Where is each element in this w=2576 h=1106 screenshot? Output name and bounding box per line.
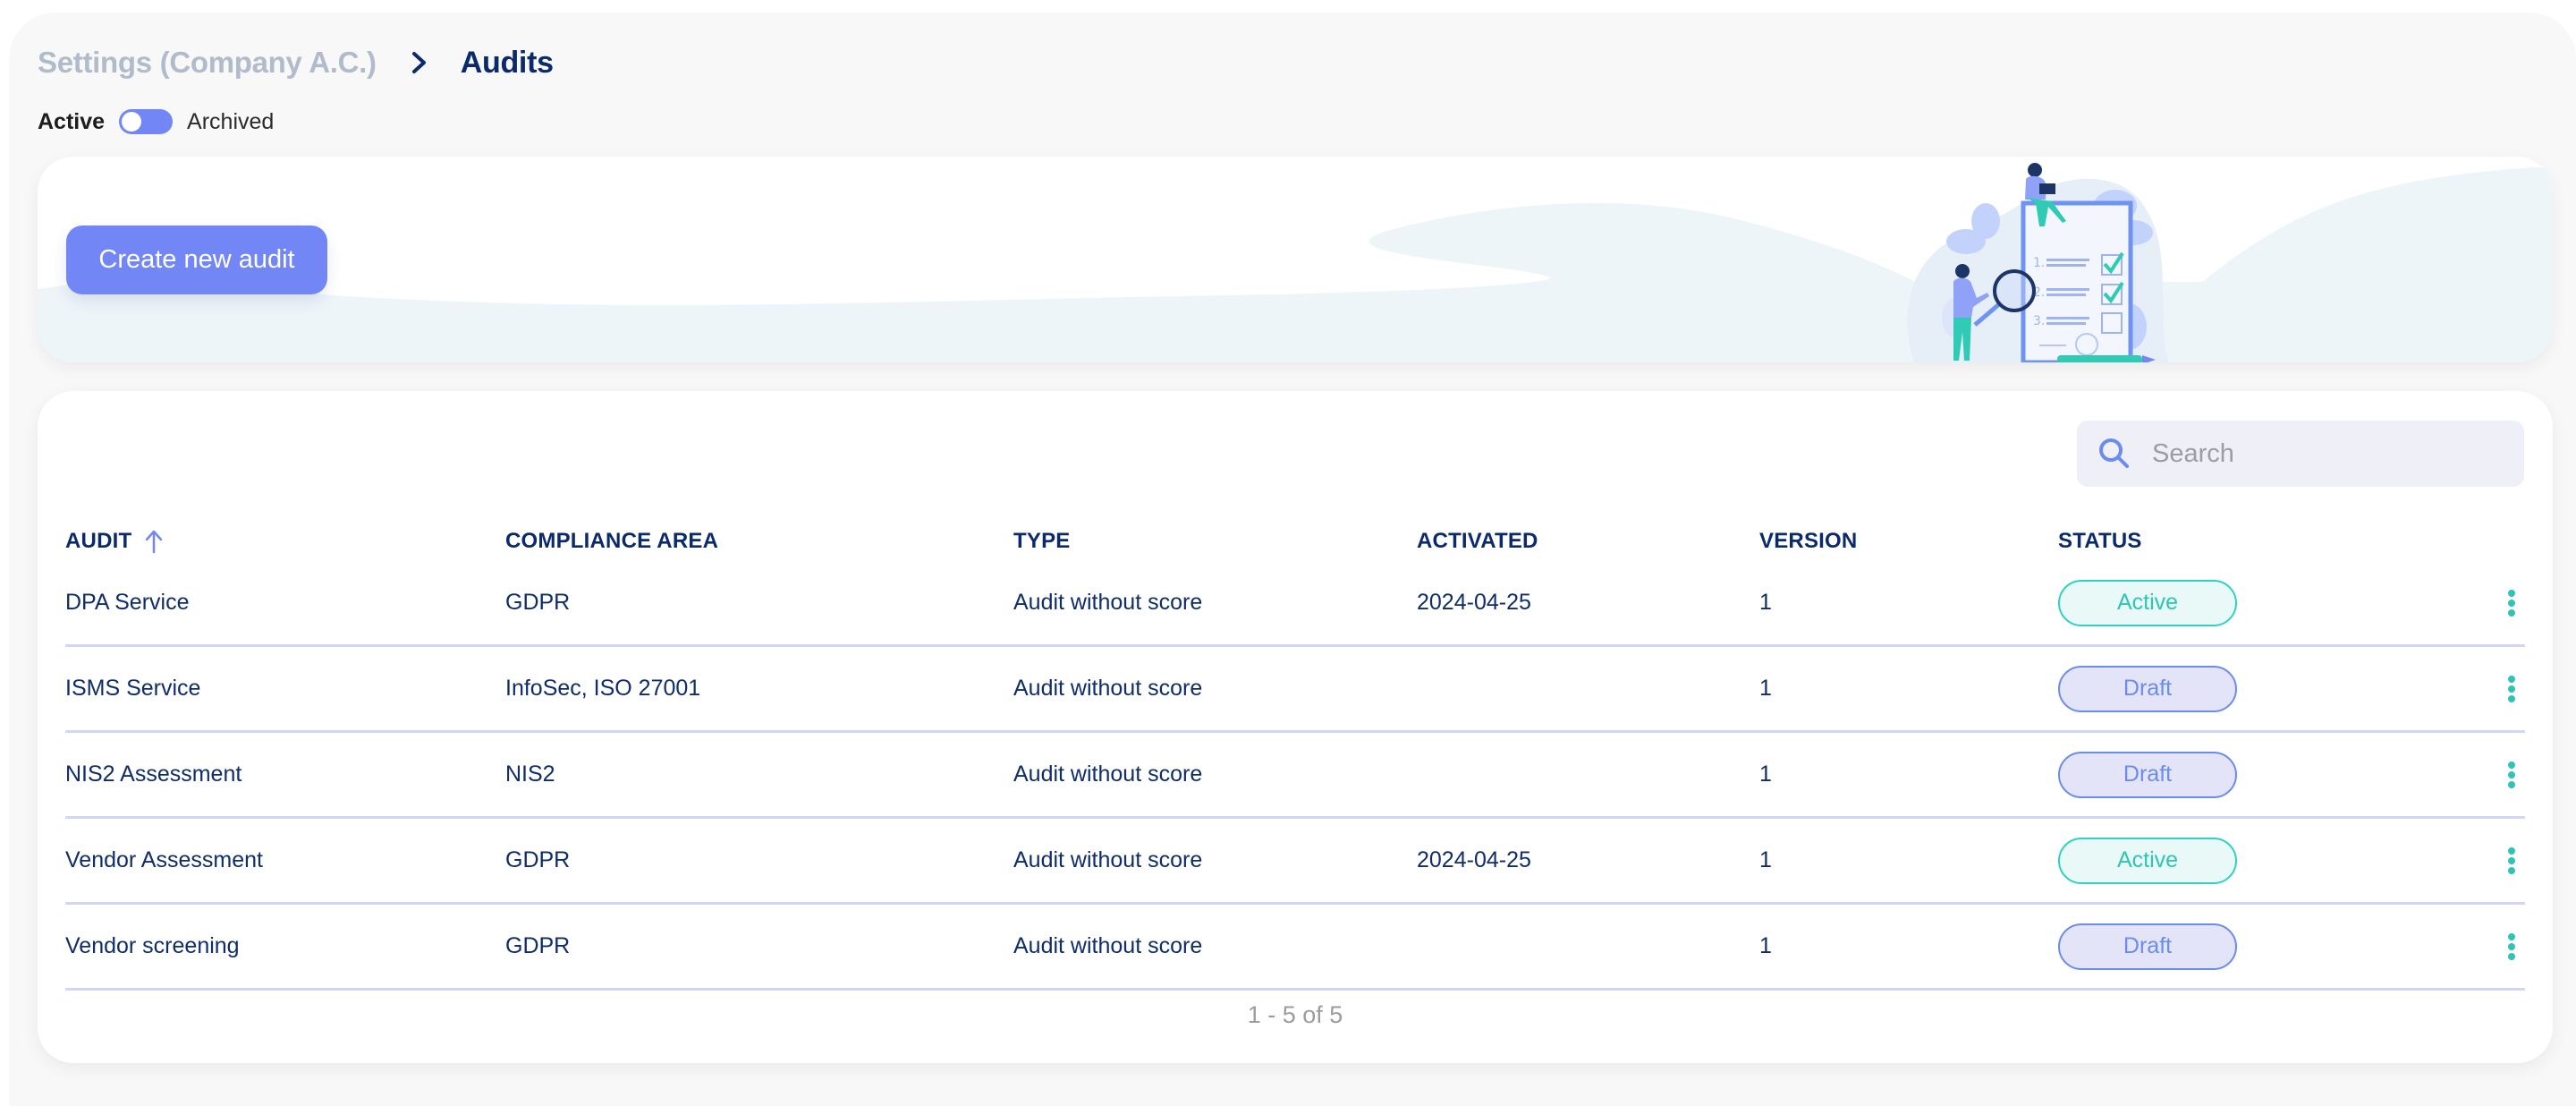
column-header-audit[interactable]: AUDIT [65,525,164,557]
row-actions-button[interactable] [2498,647,2525,730]
status-badge: Draft [2058,923,2237,970]
cell-audit[interactable]: NIS2 Assessment [65,733,242,816]
table-row[interactable]: DPA Service GDPR Audit without score 2024-0… [65,561,2525,647]
cell-type: Audit without score [1013,590,1203,615]
status-badge: Active [2058,579,2237,626]
column-header-status[interactable]: STATUS [2058,525,2142,557]
cell-compliance-area: InfoSec, ISO 27001 [505,676,701,701]
create-audit-banner: Create new audit 1. 2. 3. [38,157,2553,362]
create-new-audit-button[interactable]: Create new audit [66,225,327,294]
more-vertical-icon [2508,589,2515,617]
row-actions-button[interactable] [2498,905,2525,988]
cell-version: 1 [1759,761,1772,787]
more-vertical-icon [2508,675,2515,702]
row-actions-button[interactable] [2498,819,2525,902]
page-title: Audits [460,45,554,80]
cell-type: Audit without score [1013,761,1203,787]
active-archived-toggle[interactable] [119,109,174,134]
toggle-label-active[interactable]: Active [38,109,105,135]
cell-compliance-area: GDPR [505,847,571,872]
status-badge: Active [2058,837,2237,884]
column-header-compliance-area[interactable]: COMPLIANCE AREA [505,525,718,557]
sort-ascending-icon[interactable] [144,529,164,554]
audit-checklist-illustration: 1. 2. 3. [1907,163,2169,362]
column-header-audit-label: AUDIT [65,529,132,553]
search-icon [2099,438,2129,468]
table-header: AUDIT COMPLIANCE AREA TYPE ACTIVATED VER… [65,525,2525,557]
cell-compliance-area: GDPR [505,590,571,615]
audits-table-card: AUDIT COMPLIANCE AREA TYPE ACTIVATED VER… [38,391,2553,1063]
toggle-label-archived[interactable]: Archived [187,109,274,135]
svg-text:1.: 1. [2033,256,2045,270]
cell-compliance-area: GDPR [505,933,571,958]
status-badge: Draft [2058,665,2237,712]
cell-compliance-area: NIS2 [505,761,555,787]
cell-type: Audit without score [1013,847,1203,872]
column-header-activated[interactable]: ACTIVATED [1417,525,1538,557]
cell-status: Draft [2058,905,2237,988]
table-row[interactable]: Vendor Assessment GDPR Audit without score… [65,819,2525,905]
more-vertical-icon [2508,847,2515,874]
cell-status: Active [2058,561,2237,644]
cell-status: Draft [2058,647,2237,730]
chevron-right-icon [400,43,439,82]
cell-type: Audit without score [1013,933,1203,958]
cell-version: 1 [1759,933,1772,958]
table-row[interactable]: ISMS Service InfoSec, ISO 27001 Audit with… [65,647,2525,733]
more-vertical-icon [2508,932,2515,960]
svg-text:3.: 3. [2033,314,2045,328]
active-archived-toggle-group: Active Archived [38,106,274,138]
column-header-type[interactable]: TYPE [1013,525,1070,557]
table-row[interactable]: NIS2 Assessment NIS2 Audit without score 1 D… [65,733,2525,819]
status-badge: Draft [2058,751,2237,798]
more-vertical-icon [2508,761,2515,788]
cell-version: 1 [1759,847,1772,872]
cell-audit[interactable]: ISMS Service [65,647,200,730]
cell-status: Draft [2058,733,2237,816]
cell-activated: 2024-04-25 [1417,847,1531,872]
cell-activated: 2024-04-25 [1417,590,1531,615]
cell-version: 1 [1759,676,1772,701]
search-field[interactable] [2077,421,2524,487]
table-row[interactable]: Vendor screening GDPR Audit without score 1… [65,905,2525,991]
cell-status: Active [2058,819,2237,902]
pagination-summary: 1 - 5 of 5 [1247,1001,1343,1028]
row-actions-button[interactable] [2498,561,2525,644]
breadcrumb-parent-link[interactable]: Settings (Company A.C.) [38,46,377,80]
cell-version: 1 [1759,590,1772,615]
cell-type: Audit without score [1013,676,1203,701]
breadcrumb: Settings (Company A.C.) Audits [38,43,554,82]
row-actions-button[interactable] [2498,733,2525,816]
search-input[interactable] [2152,438,2510,469]
cell-audit[interactable]: Vendor screening [65,905,240,988]
cell-audit[interactable]: Vendor Assessment [65,819,263,902]
toggle-knob [122,112,142,132]
cell-audit[interactable]: DPA Service [65,561,189,644]
column-header-version[interactable]: VERSION [1759,525,1857,557]
